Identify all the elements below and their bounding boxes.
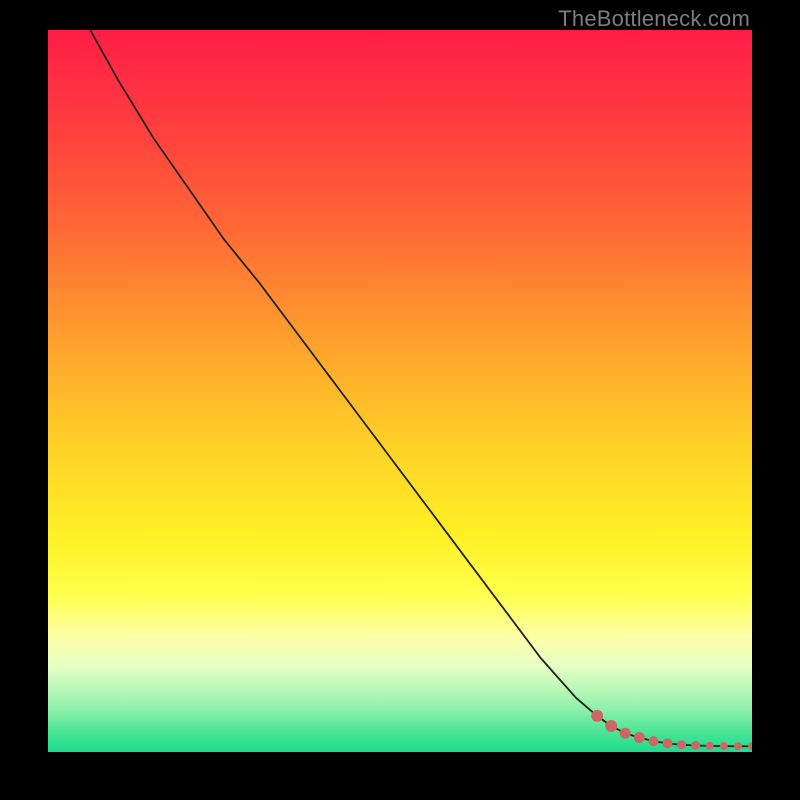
chart-svg	[48, 30, 752, 752]
data-point	[605, 720, 617, 732]
data-point	[734, 742, 742, 750]
data-point	[706, 742, 714, 750]
data-point	[748, 742, 752, 750]
data-point	[634, 732, 645, 743]
attribution-text: TheBottleneck.com	[558, 6, 750, 32]
data-point	[648, 736, 658, 746]
data-point	[591, 710, 603, 722]
data-point	[691, 741, 700, 750]
data-point	[620, 728, 631, 739]
markers-group	[591, 710, 752, 750]
data-point	[677, 740, 686, 749]
curve-line	[90, 30, 752, 746]
data-point	[663, 738, 673, 748]
data-point	[720, 742, 728, 750]
plot-area	[48, 30, 752, 752]
chart-frame: TheBottleneck.com	[0, 0, 800, 800]
